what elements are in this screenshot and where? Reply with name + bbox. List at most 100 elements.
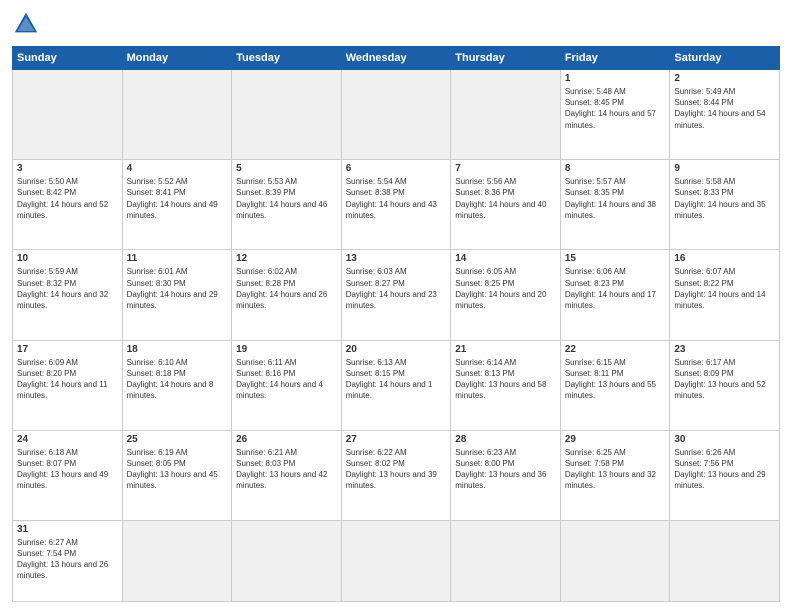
calendar-cell: 28 Sunrise: 6:23 AMSunset: 8:00 PMDayligh…	[451, 430, 561, 520]
sun-info: Sunrise: 5:56 AMSunset: 8:36 PMDaylight:…	[455, 176, 556, 221]
day-number: 31	[17, 524, 118, 535]
sun-info: Sunrise: 6:13 AMSunset: 8:15 PMDaylight:…	[346, 357, 447, 402]
sun-info: Sunrise: 6:09 AMSunset: 8:20 PMDaylight:…	[17, 357, 118, 402]
day-number: 14	[455, 253, 556, 264]
sun-info: Sunrise: 6:03 AMSunset: 8:27 PMDaylight:…	[346, 266, 447, 311]
day-number: 8	[565, 163, 666, 174]
calendar-cell: 31Sunrise: 6:27 AMSunset: 7:54 PMDayligh…	[13, 520, 123, 601]
sun-info: Sunrise: 6:19 AMSunset: 8:05 PMDaylight:…	[127, 447, 228, 492]
day-number: 12	[236, 253, 337, 264]
calendar-page: SundayMondayTuesdayWednesdayThursdayFrid…	[0, 0, 792, 612]
calendar-cell	[451, 520, 561, 601]
sun-info: Sunrise: 6:06 AMSunset: 8:23 PMDaylight:…	[565, 266, 666, 311]
calendar-header: SundayMondayTuesdayWednesdayThursdayFrid…	[13, 47, 780, 70]
sun-info: Sunrise: 5:58 AMSunset: 8:33 PMDaylight:…	[674, 176, 775, 221]
calendar-cell: 8 Sunrise: 5:57 AMSunset: 8:35 PMDaylight…	[560, 160, 670, 250]
day-number: 25	[127, 434, 228, 445]
calendar-cell: 17Sunrise: 6:09 AMSunset: 8:20 PMDayligh…	[13, 340, 123, 430]
day-number: 16	[674, 253, 775, 264]
calendar-cell: 19Sunrise: 6:11 AMSunset: 8:16 PMDayligh…	[232, 340, 342, 430]
weekday-header-thursday: Thursday	[451, 47, 561, 70]
day-number: 26	[236, 434, 337, 445]
calendar-cell: 26 Sunrise: 6:21 AMSunset: 8:03 PMDayligh…	[232, 430, 342, 520]
calendar-cell: 3 Sunrise: 5:50 AMSunset: 8:42 PMDaylight…	[13, 160, 123, 250]
sun-info: Sunrise: 5:57 AMSunset: 8:35 PMDaylight:…	[565, 176, 666, 221]
day-number: 27	[346, 434, 447, 445]
day-number: 3	[17, 163, 118, 174]
calendar-cell	[560, 520, 670, 601]
day-number: 13	[346, 253, 447, 264]
day-number: 9	[674, 163, 775, 174]
calendar-cell	[341, 70, 451, 160]
sun-info: Sunrise: 6:26 AMSunset: 7:56 PMDaylight:…	[674, 447, 775, 492]
sun-info: Sunrise: 6:18 AMSunset: 8:07 PMDaylight:…	[17, 447, 118, 492]
calendar-cell: 6 Sunrise: 5:54 AMSunset: 8:38 PMDaylight…	[341, 160, 451, 250]
day-number: 18	[127, 344, 228, 355]
day-number: 28	[455, 434, 556, 445]
sun-info: Sunrise: 6:15 AMSunset: 8:11 PMDaylight:…	[565, 357, 666, 402]
calendar-cell: 1 Sunrise: 5:48 AMSunset: 8:45 PMDaylight…	[560, 70, 670, 160]
day-number: 6	[346, 163, 447, 174]
calendar-cell: 29Sunrise: 6:25 AMSunset: 7:58 PMDayligh…	[560, 430, 670, 520]
calendar-table: SundayMondayTuesdayWednesdayThursdayFrid…	[12, 46, 780, 602]
calendar-cell	[13, 70, 123, 160]
calendar-cell: 15Sunrise: 6:06 AMSunset: 8:23 PMDayligh…	[560, 250, 670, 340]
sun-info: Sunrise: 5:48 AMSunset: 8:45 PMDaylight:…	[565, 86, 666, 131]
day-number: 11	[127, 253, 228, 264]
calendar-cell	[232, 520, 342, 601]
sun-info: Sunrise: 6:21 AMSunset: 8:03 PMDaylight:…	[236, 447, 337, 492]
calendar-cell: 4Sunrise: 5:52 AMSunset: 8:41 PMDaylight…	[122, 160, 232, 250]
sun-info: Sunrise: 5:59 AMSunset: 8:32 PMDaylight:…	[17, 266, 118, 311]
sun-info: Sunrise: 5:54 AMSunset: 8:38 PMDaylight:…	[346, 176, 447, 221]
calendar-cell: 27Sunrise: 6:22 AMSunset: 8:02 PMDayligh…	[341, 430, 451, 520]
calendar-week-1: 1 Sunrise: 5:48 AMSunset: 8:45 PMDaylight…	[13, 70, 780, 160]
sun-info: Sunrise: 5:50 AMSunset: 8:42 PMDaylight:…	[17, 176, 118, 221]
weekday-header-sunday: Sunday	[13, 47, 123, 70]
calendar-cell: 21Sunrise: 6:14 AMSunset: 8:13 PMDayligh…	[451, 340, 561, 430]
sun-info: Sunrise: 6:07 AMSunset: 8:22 PMDaylight:…	[674, 266, 775, 311]
calendar-cell: 25 Sunrise: 6:19 AMSunset: 8:05 PMDayligh…	[122, 430, 232, 520]
day-number: 21	[455, 344, 556, 355]
sun-info: Sunrise: 6:01 AMSunset: 8:30 PMDaylight:…	[127, 266, 228, 311]
calendar-cell: 12Sunrise: 6:02 AMSunset: 8:28 PMDayligh…	[232, 250, 342, 340]
calendar-cell: 20 Sunrise: 6:13 AMSunset: 8:15 PMDayligh…	[341, 340, 451, 430]
calendar-cell: 22Sunrise: 6:15 AMSunset: 8:11 PMDayligh…	[560, 340, 670, 430]
calendar-cell: 24Sunrise: 6:18 AMSunset: 8:07 PMDayligh…	[13, 430, 123, 520]
calendar-cell: 11 Sunrise: 6:01 AMSunset: 8:30 PMDayligh…	[122, 250, 232, 340]
calendar-cell: 30 Sunrise: 6:26 AMSunset: 7:56 PMDayligh…	[670, 430, 780, 520]
calendar-cell	[232, 70, 342, 160]
sun-info: Sunrise: 6:10 AMSunset: 8:18 PMDaylight:…	[127, 357, 228, 402]
day-number: 2	[674, 73, 775, 84]
calendar-cell: 23Sunrise: 6:17 AMSunset: 8:09 PMDayligh…	[670, 340, 780, 430]
calendar-cell: 18 Sunrise: 6:10 AMSunset: 8:18 PMDayligh…	[122, 340, 232, 430]
calendar-week-2: 3 Sunrise: 5:50 AMSunset: 8:42 PMDaylight…	[13, 160, 780, 250]
header	[12, 10, 780, 38]
calendar-week-6: 31Sunrise: 6:27 AMSunset: 7:54 PMDayligh…	[13, 520, 780, 601]
weekday-header-saturday: Saturday	[670, 47, 780, 70]
sun-info: Sunrise: 6:25 AMSunset: 7:58 PMDaylight:…	[565, 447, 666, 492]
calendar-cell	[670, 520, 780, 601]
calendar-cell: 10Sunrise: 5:59 AMSunset: 8:32 PMDayligh…	[13, 250, 123, 340]
calendar-cell: 16 Sunrise: 6:07 AMSunset: 8:22 PMDayligh…	[670, 250, 780, 340]
weekday-header-wednesday: Wednesday	[341, 47, 451, 70]
calendar-cell: 7 Sunrise: 5:56 AMSunset: 8:36 PMDaylight…	[451, 160, 561, 250]
sun-info: Sunrise: 5:52 AMSunset: 8:41 PMDaylight:…	[127, 176, 228, 221]
calendar-cell	[122, 520, 232, 601]
calendar-cell	[341, 520, 451, 601]
sun-info: Sunrise: 6:17 AMSunset: 8:09 PMDaylight:…	[674, 357, 775, 402]
day-number: 19	[236, 344, 337, 355]
day-number: 1	[565, 73, 666, 84]
calendar-cell: 13 Sunrise: 6:03 AMSunset: 8:27 PMDayligh…	[341, 250, 451, 340]
logo	[12, 10, 44, 38]
sun-info: Sunrise: 6:05 AMSunset: 8:25 PMDaylight:…	[455, 266, 556, 311]
calendar-cell: 14 Sunrise: 6:05 AMSunset: 8:25 PMDayligh…	[451, 250, 561, 340]
day-number: 30	[674, 434, 775, 445]
sun-info: Sunrise: 6:23 AMSunset: 8:00 PMDaylight:…	[455, 447, 556, 492]
weekday-header-monday: Monday	[122, 47, 232, 70]
weekday-header-friday: Friday	[560, 47, 670, 70]
calendar-week-4: 17Sunrise: 6:09 AMSunset: 8:20 PMDayligh…	[13, 340, 780, 430]
day-number: 7	[455, 163, 556, 174]
day-number: 20	[346, 344, 447, 355]
calendar-cell: 5Sunrise: 5:53 AMSunset: 8:39 PMDaylight…	[232, 160, 342, 250]
weekday-row: SundayMondayTuesdayWednesdayThursdayFrid…	[13, 47, 780, 70]
